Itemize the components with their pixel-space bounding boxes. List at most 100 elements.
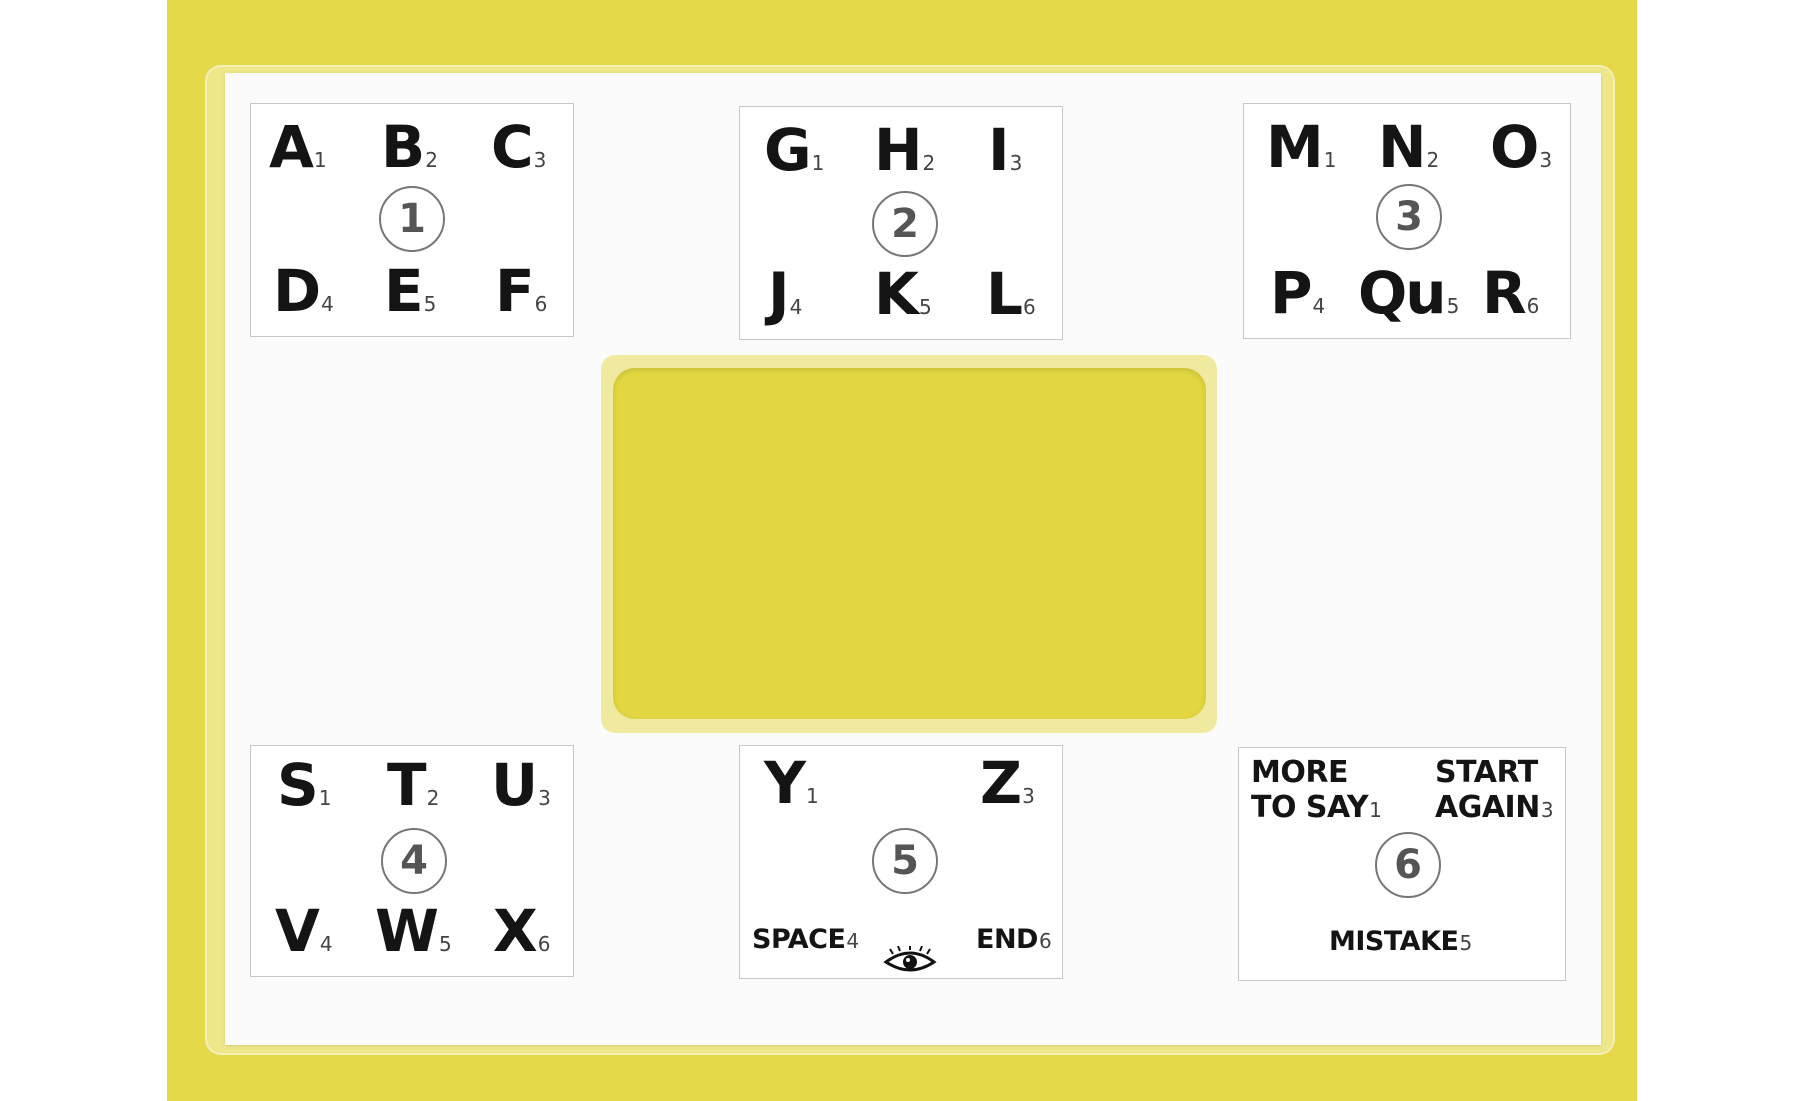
letter-text: S xyxy=(277,751,319,819)
group-number-circle: 6 xyxy=(1375,832,1441,898)
letter-cell[interactable]: O3 xyxy=(1490,118,1552,176)
cell-number: 4 xyxy=(1312,294,1326,318)
group-number-circle: 2 xyxy=(872,191,938,257)
cell-number: 2 xyxy=(426,786,440,810)
letter-cell[interactable]: M1 xyxy=(1266,118,1337,176)
cell-number: 6 xyxy=(1526,294,1540,318)
word-text: AGAIN xyxy=(1435,789,1540,825)
letter-text: P xyxy=(1270,259,1312,327)
letter-text: U xyxy=(491,751,538,819)
letter-cell[interactable]: A1 xyxy=(269,118,327,176)
letter-cell[interactable]: D4 xyxy=(273,262,334,320)
letter-cell[interactable]: P4 xyxy=(1270,264,1326,322)
cell-number: 4 xyxy=(319,932,333,956)
word-cell[interactable]: SPACE4 xyxy=(752,924,859,955)
cell-number: 5 xyxy=(918,295,932,319)
letter-text: I xyxy=(988,116,1010,184)
letter-cell[interactable]: V4 xyxy=(275,902,333,960)
cell-number: 5 xyxy=(1459,931,1472,955)
group-5-box[interactable]: Y1 Z3 5 SPACE4 END6 xyxy=(739,745,1063,979)
cell-number: 4 xyxy=(846,929,859,953)
letter-cell[interactable]: L6 xyxy=(986,265,1036,323)
word-text: END xyxy=(976,924,1038,955)
word-cell[interactable]: MORE TO SAY1 xyxy=(1251,755,1382,825)
letter-cell[interactable]: J4 xyxy=(768,265,803,323)
letter-cell[interactable]: Qu 5 xyxy=(1358,264,1460,322)
cell-number: 1 xyxy=(811,151,825,175)
letter-cell[interactable]: S1 xyxy=(277,756,332,814)
letter-cell[interactable]: H2 xyxy=(874,121,936,179)
group-3-box[interactable]: M1 N2 O3 3 P4 Qu 5 R6 xyxy=(1243,103,1571,339)
cell-number: 1 xyxy=(1323,148,1337,172)
letter-text: J xyxy=(768,260,790,328)
letter-cell[interactable]: B2 xyxy=(381,118,438,176)
letter-cell[interactable]: F6 xyxy=(495,262,548,320)
cell-number: 1 xyxy=(318,786,332,810)
letter-text: R xyxy=(1482,259,1527,327)
letter-text: Z xyxy=(980,749,1022,817)
word-text: SPACE xyxy=(752,924,846,955)
letter-text: W xyxy=(375,897,439,965)
letter-cell[interactable]: C3 xyxy=(491,118,546,176)
cell-number: 3 xyxy=(538,786,551,810)
cell-number: 5 xyxy=(1446,294,1460,318)
cell-number: 3 xyxy=(1009,151,1023,175)
group-4-box[interactable]: S1 T2 U3 4 V4 W5 X6 xyxy=(250,745,574,977)
cell-number: 2 xyxy=(425,148,438,172)
word-text: MISTAKE xyxy=(1329,926,1459,957)
cell-number: 1 xyxy=(806,784,819,808)
letter-text: H xyxy=(874,116,923,184)
letter-cell[interactable]: X6 xyxy=(493,902,551,960)
word-cell[interactable]: START AGAIN3 xyxy=(1435,755,1554,825)
viewing-window xyxy=(613,368,1206,719)
letter-cell[interactable]: U3 xyxy=(491,756,551,814)
cell-number: 3 xyxy=(1022,784,1035,808)
word-text: MORE xyxy=(1251,755,1348,790)
letter-text: K xyxy=(874,260,919,328)
group-number-circle: 1 xyxy=(379,186,445,252)
letter-text: E xyxy=(384,257,424,325)
letter-text: N xyxy=(1378,113,1427,181)
letter-cell[interactable]: R6 xyxy=(1482,264,1540,322)
word-cell[interactable]: END6 xyxy=(976,924,1052,955)
cell-number: 1 xyxy=(313,148,327,172)
cell-number: 5 xyxy=(423,292,437,316)
cell-number: 5 xyxy=(438,932,452,956)
letter-text: M xyxy=(1266,113,1324,181)
letter-text: L xyxy=(986,260,1023,328)
letter-text: D xyxy=(273,257,321,325)
letter-cell[interactable]: N2 xyxy=(1378,118,1440,176)
group-number-circle: 5 xyxy=(872,828,938,894)
group-1-box[interactable]: A1 B2 C3 1 D4 E5 F6 xyxy=(250,103,574,337)
cell-number: 1 xyxy=(1369,797,1382,822)
eye-icon xyxy=(883,946,937,972)
cell-number: 2 xyxy=(1426,148,1440,172)
letter-cell[interactable]: W5 xyxy=(375,902,452,960)
group-number-circle: 3 xyxy=(1376,184,1442,250)
cell-number: 4 xyxy=(789,295,803,319)
cell-number: 2 xyxy=(922,151,936,175)
cell-number: 6 xyxy=(537,932,551,956)
letter-text: Qu xyxy=(1358,259,1447,327)
cell-number: 6 xyxy=(534,292,548,316)
letter-cell[interactable]: Z3 xyxy=(980,754,1035,812)
group-2-box[interactable]: G1 H2 I3 2 J4 K5 L6 xyxy=(739,106,1063,340)
cell-number: 6 xyxy=(1038,929,1052,953)
letter-cell[interactable]: I3 xyxy=(988,121,1023,179)
letter-cell[interactable]: E5 xyxy=(384,262,437,320)
letter-text: V xyxy=(275,897,320,965)
group-number-circle: 4 xyxy=(381,828,447,894)
letter-cell[interactable]: G1 xyxy=(764,121,825,179)
word-text: START xyxy=(1435,755,1538,790)
letter-text: X xyxy=(493,897,538,965)
cell-number: 3 xyxy=(1540,797,1554,822)
letter-cell[interactable]: K5 xyxy=(874,265,932,323)
letter-text: B xyxy=(381,113,425,181)
letter-cell[interactable]: T2 xyxy=(387,756,440,814)
letter-cell[interactable]: Y1 xyxy=(764,754,819,812)
cell-number: 4 xyxy=(321,292,334,316)
cell-number: 6 xyxy=(1022,295,1036,319)
letter-text: G xyxy=(764,116,812,184)
word-cell[interactable]: MISTAKE5 xyxy=(1329,926,1472,957)
group-6-box[interactable]: MORE TO SAY1 START AGAIN3 6 MISTAKE5 xyxy=(1238,747,1566,981)
